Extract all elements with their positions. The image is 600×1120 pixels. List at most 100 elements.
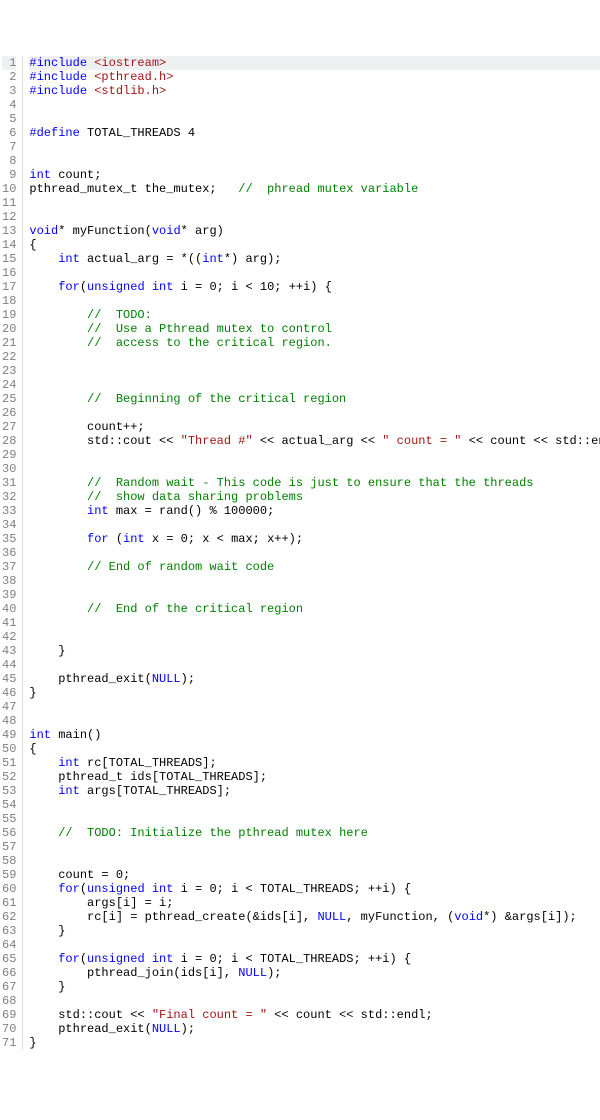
code-line[interactable] [29, 658, 600, 672]
code-line[interactable] [29, 546, 600, 560]
line-number: 19 [2, 308, 16, 322]
line-number: 8 [2, 154, 16, 168]
line-number: 22 [2, 350, 16, 364]
line-number: 64 [2, 938, 16, 952]
code-line[interactable] [29, 350, 600, 364]
code-line[interactable] [29, 994, 600, 1008]
code-line[interactable] [29, 210, 600, 224]
line-number: 14 [2, 238, 16, 252]
code-line[interactable]: for(unsigned int i = 0; i < 10; ++i) { [29, 280, 600, 294]
code-line[interactable] [29, 294, 600, 308]
line-number: 42 [2, 630, 16, 644]
code-line[interactable]: } [29, 980, 600, 994]
code-line[interactable]: pthread_t ids[TOTAL_THREADS]; [29, 770, 600, 784]
code-line[interactable]: // access to the critical region. [29, 336, 600, 350]
code-line[interactable] [29, 112, 600, 126]
code-line[interactable] [29, 266, 600, 280]
line-number: 59 [2, 868, 16, 882]
code-line[interactable]: pthread_mutex_t the_mutex; // phread mut… [29, 182, 600, 196]
code-line[interactable]: count++; [29, 420, 600, 434]
line-number: 51 [2, 756, 16, 770]
line-number: 21 [2, 336, 16, 350]
line-number: 55 [2, 812, 16, 826]
line-number: 50 [2, 742, 16, 756]
code-line[interactable]: #define TOTAL_THREADS 4 [29, 126, 600, 140]
code-line[interactable]: // Beginning of the critical region [29, 392, 600, 406]
line-number: 37 [2, 560, 16, 574]
code-line[interactable]: // TODO: Initialize the pthread mutex he… [29, 826, 600, 840]
code-line[interactable] [29, 714, 600, 728]
line-number: 68 [2, 994, 16, 1008]
code-line[interactable] [29, 812, 600, 826]
line-number: 25 [2, 392, 16, 406]
line-number: 33 [2, 504, 16, 518]
code-line[interactable]: int actual_arg = *((int*) arg); [29, 252, 600, 266]
code-editor[interactable]: 1234567891011121314151617181920212223242… [0, 56, 600, 1050]
code-line[interactable]: // show data sharing problems [29, 490, 600, 504]
code-line[interactable] [29, 196, 600, 210]
line-number: 7 [2, 140, 16, 154]
code-line[interactable]: int args[TOTAL_THREADS]; [29, 784, 600, 798]
code-line[interactable]: // Random wait - This code is just to en… [29, 476, 600, 490]
code-line[interactable] [29, 378, 600, 392]
code-line[interactable] [29, 700, 600, 714]
code-line[interactable] [29, 462, 600, 476]
code-line[interactable]: // End of random wait code [29, 560, 600, 574]
line-number: 9 [2, 168, 16, 182]
code-line[interactable] [29, 518, 600, 532]
line-number: 36 [2, 546, 16, 560]
code-line[interactable] [29, 448, 600, 462]
line-number: 47 [2, 700, 16, 714]
line-number: 4 [2, 98, 16, 112]
code-line[interactable] [29, 798, 600, 812]
line-number: 31 [2, 476, 16, 490]
code-line[interactable]: void* myFunction(void* arg) [29, 224, 600, 238]
code-line[interactable]: pthread_exit(NULL); [29, 672, 600, 686]
code-line[interactable] [29, 364, 600, 378]
code-line[interactable] [29, 840, 600, 854]
code-line[interactable]: } [29, 644, 600, 658]
code-line[interactable]: for(unsigned int i = 0; i < TOTAL_THREAD… [29, 882, 600, 896]
code-line[interactable]: } [29, 686, 600, 700]
code-line[interactable]: int max = rand() % 100000; [29, 504, 600, 518]
code-line[interactable] [29, 588, 600, 602]
code-line[interactable]: std::cout << "Thread #" << actual_arg <<… [29, 434, 600, 448]
code-line[interactable] [29, 574, 600, 588]
line-number: 11 [2, 196, 16, 210]
code-line[interactable]: for(unsigned int i = 0; i < TOTAL_THREAD… [29, 952, 600, 966]
line-number-gutter: 1234567891011121314151617181920212223242… [0, 56, 23, 1050]
code-line[interactable]: int count; [29, 168, 600, 182]
code-line[interactable]: rc[i] = pthread_create(&ids[i], NULL, my… [29, 910, 600, 924]
code-line[interactable]: #include <iostream> [29, 56, 600, 70]
line-number: 66 [2, 966, 16, 980]
code-line[interactable] [29, 854, 600, 868]
code-line[interactable] [29, 938, 600, 952]
code-line[interactable]: { [29, 742, 600, 756]
code-line[interactable]: count = 0; [29, 868, 600, 882]
code-line[interactable]: // End of the critical region [29, 602, 600, 616]
code-line[interactable]: args[i] = i; [29, 896, 600, 910]
code-line[interactable]: #include <stdlib.h> [29, 84, 600, 98]
code-line[interactable]: // Use a Pthread mutex to control [29, 322, 600, 336]
code-line[interactable]: // TODO: [29, 308, 600, 322]
code-line[interactable]: int main() [29, 728, 600, 742]
code-line[interactable]: #include <pthread.h> [29, 70, 600, 84]
code-line[interactable]: } [29, 1036, 600, 1050]
code-line[interactable]: } [29, 924, 600, 938]
line-number: 70 [2, 1022, 16, 1036]
line-number: 43 [2, 644, 16, 658]
code-line[interactable] [29, 630, 600, 644]
code-line[interactable]: pthread_exit(NULL); [29, 1022, 600, 1036]
code-line[interactable]: { [29, 238, 600, 252]
code-line[interactable] [29, 154, 600, 168]
code-area[interactable]: #include <iostream>#include <pthread.h>#… [23, 56, 600, 1050]
line-number: 39 [2, 588, 16, 602]
code-line[interactable]: pthread_join(ids[i], NULL); [29, 966, 600, 980]
code-line[interactable] [29, 616, 600, 630]
code-line[interactable] [29, 140, 600, 154]
code-line[interactable] [29, 406, 600, 420]
code-line[interactable]: for (int x = 0; x < max; x++); [29, 532, 600, 546]
code-line[interactable]: int rc[TOTAL_THREADS]; [29, 756, 600, 770]
code-line[interactable]: std::cout << "Final count = " << count <… [29, 1008, 600, 1022]
code-line[interactable] [29, 98, 600, 112]
